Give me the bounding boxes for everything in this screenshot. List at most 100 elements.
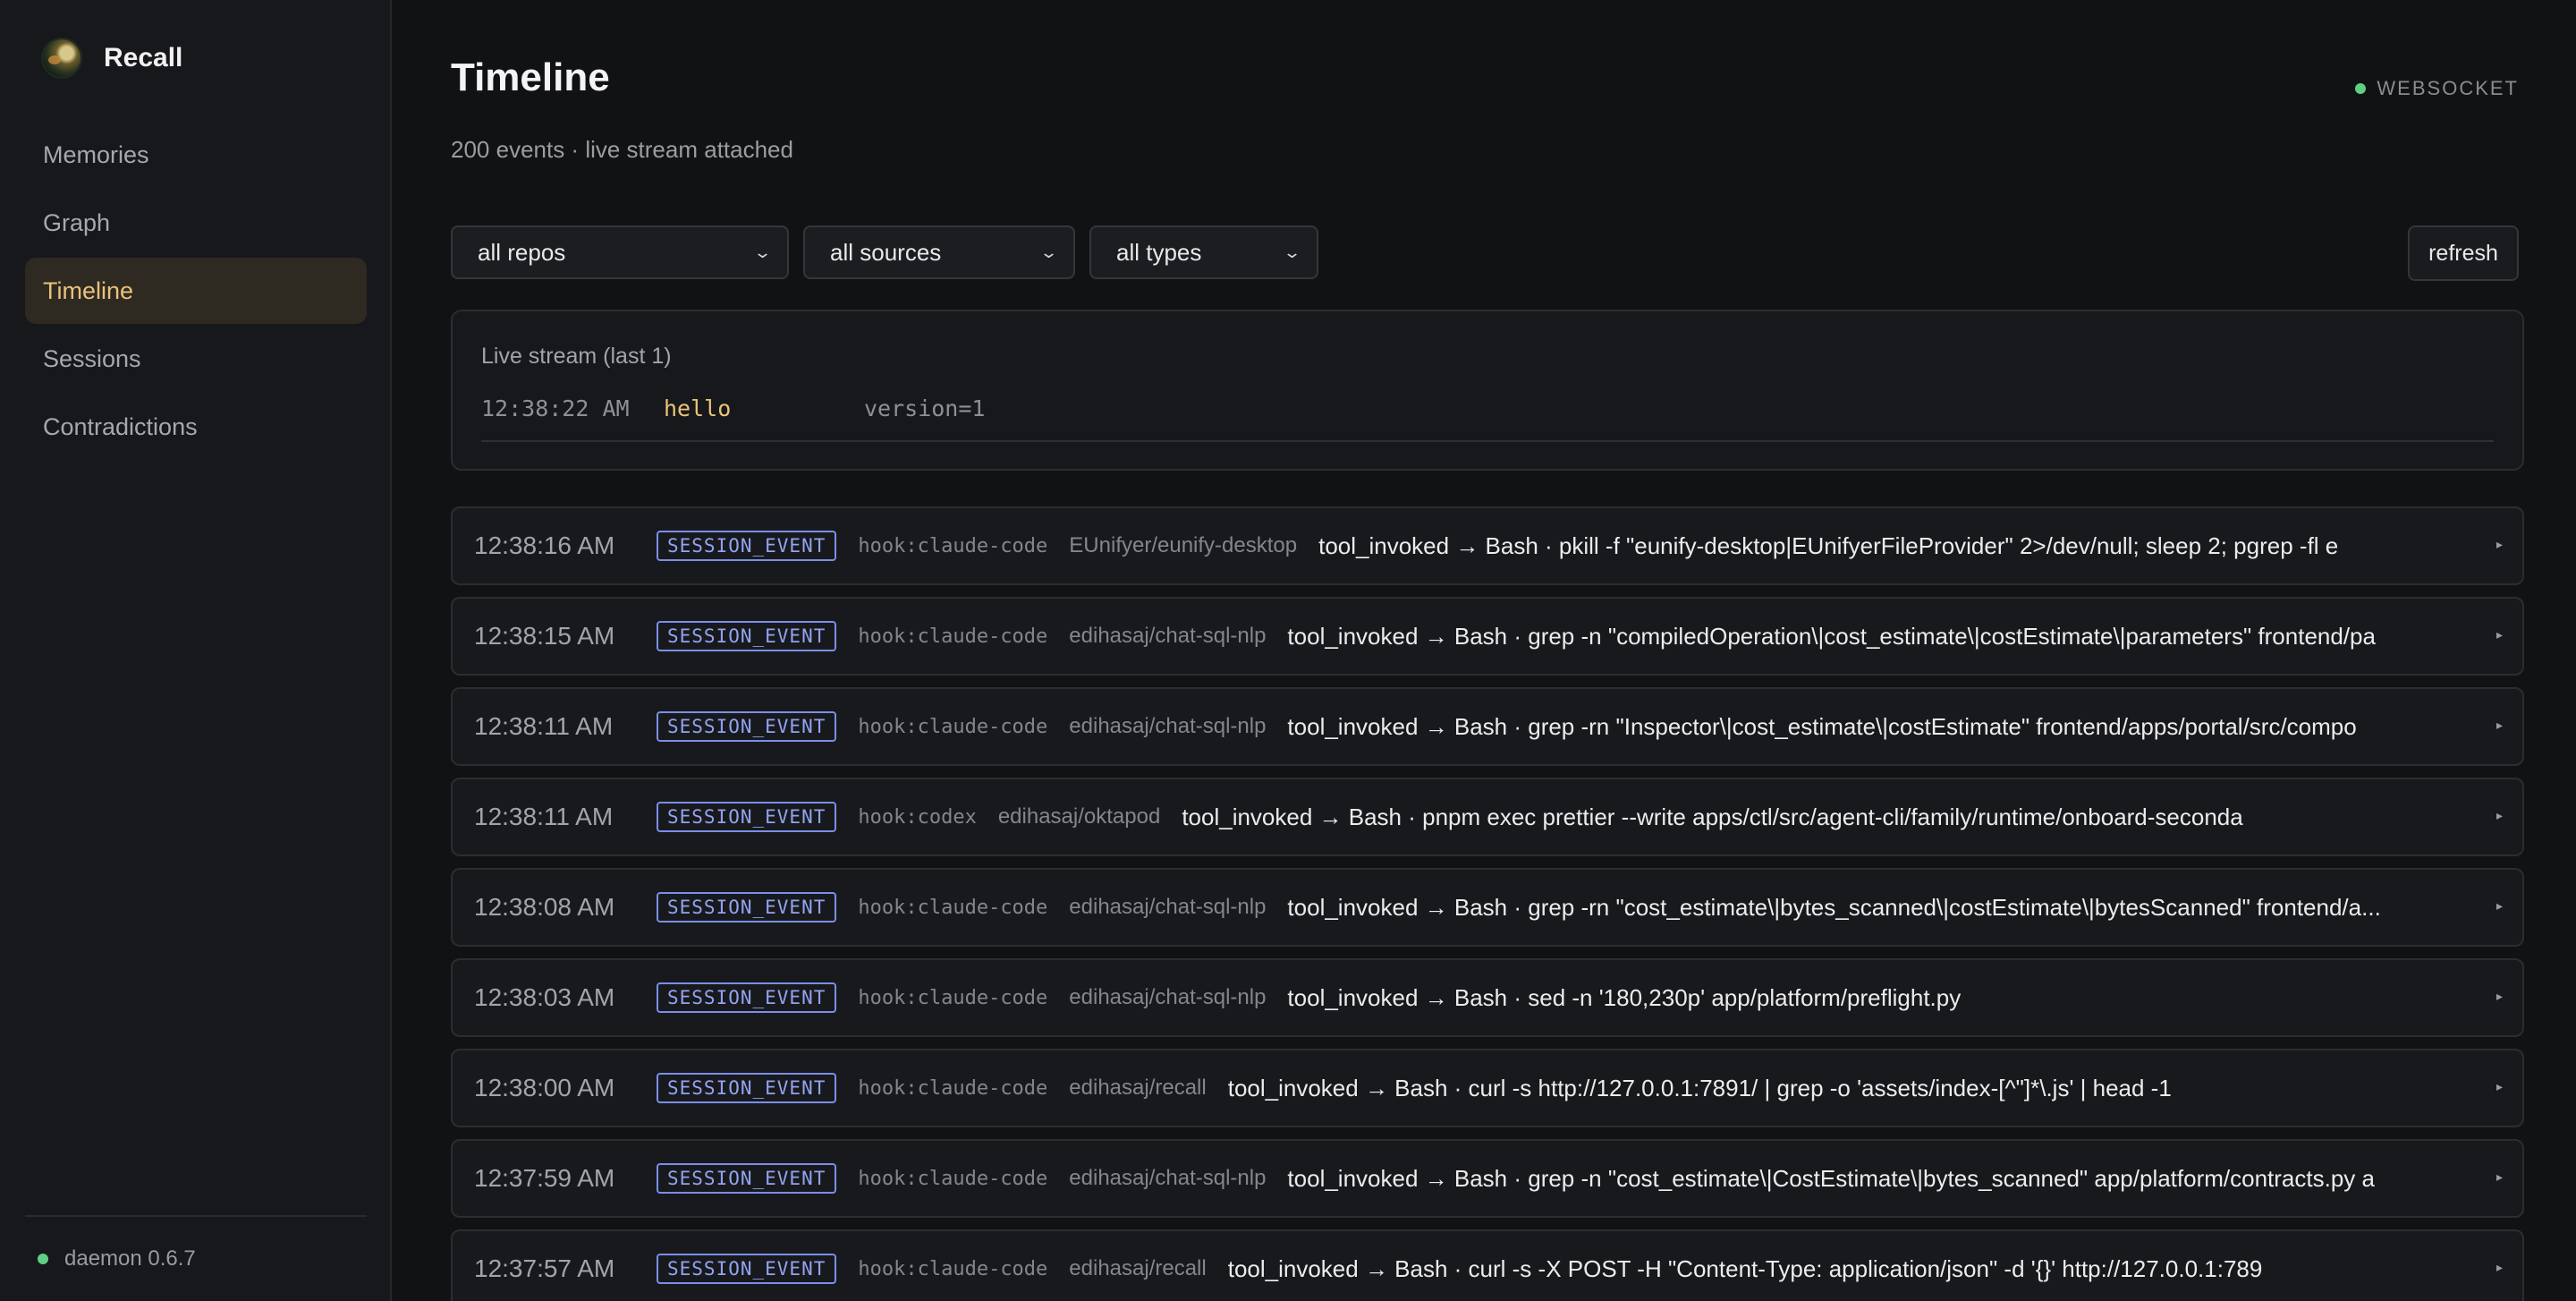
event-time: 12:37:59 AM <box>474 1164 615 1192</box>
event-row[interactable]: 12:38:03 AM SESSION_EVENT hook:claude-co… <box>451 958 2524 1037</box>
expand-caret-icon[interactable]: ▸ <box>2496 989 2503 1004</box>
event-repo: edihasaj/oktapod <box>997 804 1161 829</box>
event-summary: tool_invoked → Bash · sed -n '180,230p' … <box>1287 983 1962 1011</box>
main-content: Timeline WEBSOCKET 200 events · live str… <box>392 0 2576 1301</box>
event-row[interactable]: 12:38:11 AM SESSION_EVENT hook:codex edi… <box>451 778 2524 856</box>
expand-caret-icon[interactable]: ▸ <box>2496 1169 2503 1185</box>
chevron-down-icon: ⌄ <box>1282 242 1302 261</box>
event-summary: tool_invoked → Bash · pkill -f "eunify-d… <box>1318 531 2339 559</box>
connection-dot-icon <box>2355 83 2367 94</box>
expand-caret-icon[interactable]: ▸ <box>2496 627 2503 642</box>
event-time: 12:38:15 AM <box>474 622 615 650</box>
expand-caret-icon[interactable]: ▸ <box>2496 1079 2503 1094</box>
sidebar: Recall Memories Graph Timeline Sessions … <box>0 0 392 1301</box>
expand-caret-icon[interactable]: ▸ <box>2496 808 2503 823</box>
daemon-version: daemon 0.6.7 <box>64 1246 196 1271</box>
expand-caret-icon[interactable]: ▸ <box>2496 537 2503 552</box>
sidebar-item-memories[interactable]: Memories <box>25 122 367 188</box>
type-filter-value: all types <box>1116 238 1202 266</box>
sidebar-item-timeline[interactable]: Timeline <box>25 258 367 324</box>
event-type-badge: SESSION_EVENT <box>657 531 837 561</box>
event-time: 12:38:08 AM <box>474 893 615 921</box>
live-event-time: 12:38:22 AM <box>481 395 630 421</box>
chevron-down-icon: ⌄ <box>752 242 773 261</box>
event-row[interactable]: 12:38:16 AM SESSION_EVENT hook:claude-co… <box>451 506 2524 585</box>
event-repo: edihasaj/recall <box>1069 1256 1207 1280</box>
event-summary: tool_invoked → Bash · curl -s -X POST -H… <box>1227 1254 2263 1282</box>
expand-caret-icon[interactable]: ▸ <box>2496 718 2503 733</box>
live-event-data: version=1 <box>864 395 986 421</box>
expand-caret-icon[interactable]: ▸ <box>2496 1260 2503 1275</box>
event-source: hook:claude-code <box>858 1257 1048 1280</box>
event-row[interactable]: 12:37:57 AM SESSION_EVENT hook:claude-co… <box>451 1229 2524 1301</box>
event-source: hook:claude-code <box>858 986 1048 1009</box>
event-source: hook:claude-code <box>858 896 1048 919</box>
event-source: hook:claude-code <box>858 1167 1048 1190</box>
live-stream-panel: Live stream (last 1) 12:38:22 AM hello v… <box>451 310 2524 471</box>
event-source: hook:codex <box>858 805 977 829</box>
event-repo: edihasaj/chat-sql-nlp <box>1069 714 1267 738</box>
live-stream-row: 12:38:22 AM hello version=1 <box>481 395 2494 442</box>
event-row[interactable]: 12:38:00 AM SESSION_EVENT hook:claude-co… <box>451 1049 2524 1127</box>
event-time: 12:37:57 AM <box>474 1254 615 1282</box>
event-row[interactable]: 12:38:11 AM SESSION_EVENT hook:claude-co… <box>451 687 2524 766</box>
event-type-badge: SESSION_EVENT <box>657 621 837 651</box>
event-time: 12:38:11 AM <box>474 712 614 740</box>
live-event-name: hello <box>664 395 732 421</box>
event-list: 12:38:16 AM SESSION_EVENT hook:claude-co… <box>451 506 2524 1301</box>
event-repo: edihasaj/chat-sql-nlp <box>1069 985 1267 1009</box>
event-repo: edihasaj/chat-sql-nlp <box>1069 624 1267 648</box>
event-row[interactable]: 12:38:15 AM SESSION_EVENT hook:claude-co… <box>451 597 2524 676</box>
app-name: Recall <box>104 43 183 72</box>
repo-filter-select[interactable]: all repos ⌄ <box>451 225 789 279</box>
page-subtitle: 200 events · live stream attached <box>451 136 793 163</box>
event-type-badge: SESSION_EVENT <box>657 711 837 742</box>
event-source: hook:claude-code <box>858 715 1048 738</box>
app-logo-icon <box>41 38 82 79</box>
daemon-status-dot-icon <box>38 1254 48 1264</box>
connection-status: WEBSOCKET <box>2355 77 2519 100</box>
event-type-badge: SESSION_EVENT <box>657 892 837 923</box>
sidebar-nav: Memories Graph Timeline Sessions Contrad… <box>25 122 367 462</box>
event-type-badge: SESSION_EVENT <box>657 802 837 832</box>
source-filter-select[interactable]: all sources ⌄ <box>803 225 1075 279</box>
event-type-badge: SESSION_EVENT <box>657 982 837 1013</box>
expand-caret-icon[interactable]: ▸ <box>2496 898 2503 914</box>
event-time: 12:38:00 AM <box>474 1074 615 1101</box>
sidebar-item-graph[interactable]: Graph <box>25 190 367 256</box>
event-summary: tool_invoked → Bash · grep -rn "cost_est… <box>1287 893 2381 921</box>
connection-label: WEBSOCKET <box>2377 77 2519 99</box>
refresh-button[interactable]: refresh <box>2408 225 2519 281</box>
type-filter-select[interactable]: all types ⌄ <box>1089 225 1318 279</box>
event-repo: edihasaj/chat-sql-nlp <box>1069 895 1267 919</box>
event-repo: EUnifyer/eunify-desktop <box>1069 533 1298 557</box>
event-type-badge: SESSION_EVENT <box>657 1073 837 1103</box>
event-type-badge: SESSION_EVENT <box>657 1254 837 1284</box>
chevron-down-icon: ⌄ <box>1038 242 1059 261</box>
event-row[interactable]: 12:37:59 AM SESSION_EVENT hook:claude-co… <box>451 1139 2524 1218</box>
repo-filter-value: all repos <box>478 238 566 266</box>
event-time: 12:38:11 AM <box>474 803 614 830</box>
event-row[interactable]: 12:38:08 AM SESSION_EVENT hook:claude-co… <box>451 868 2524 947</box>
event-repo: edihasaj/chat-sql-nlp <box>1069 1166 1267 1190</box>
page-title: Timeline <box>451 55 610 99</box>
sidebar-item-sessions[interactable]: Sessions <box>25 326 367 392</box>
event-type-badge: SESSION_EVENT <box>657 1163 837 1194</box>
event-source: hook:claude-code <box>858 625 1048 648</box>
sidebar-item-contradictions[interactable]: Contradictions <box>25 394 367 460</box>
event-summary: tool_invoked → Bash · grep -n "cost_esti… <box>1287 1164 2375 1192</box>
event-summary: tool_invoked → Bash · pnpm exec prettier… <box>1182 803 2243 830</box>
event-source: hook:claude-code <box>858 534 1048 557</box>
event-repo: edihasaj/recall <box>1069 1076 1207 1100</box>
event-summary: tool_invoked → Bash · curl -s http://127… <box>1227 1074 2172 1101</box>
event-summary: tool_invoked → Bash · grep -n "compiledO… <box>1287 622 2376 650</box>
brand[interactable]: Recall <box>41 38 182 79</box>
daemon-status: daemon 0.6.7 <box>25 1215 367 1301</box>
source-filter-value: all sources <box>830 238 942 266</box>
event-time: 12:38:16 AM <box>474 531 615 559</box>
event-summary: tool_invoked → Bash · grep -rn "Inspecto… <box>1287 712 2357 740</box>
event-source: hook:claude-code <box>858 1076 1048 1100</box>
live-stream-title: Live stream (last 1) <box>481 344 672 369</box>
event-time: 12:38:03 AM <box>474 983 615 1011</box>
filter-bar: all repos ⌄ all sources ⌄ all types ⌄ <box>451 225 1333 279</box>
